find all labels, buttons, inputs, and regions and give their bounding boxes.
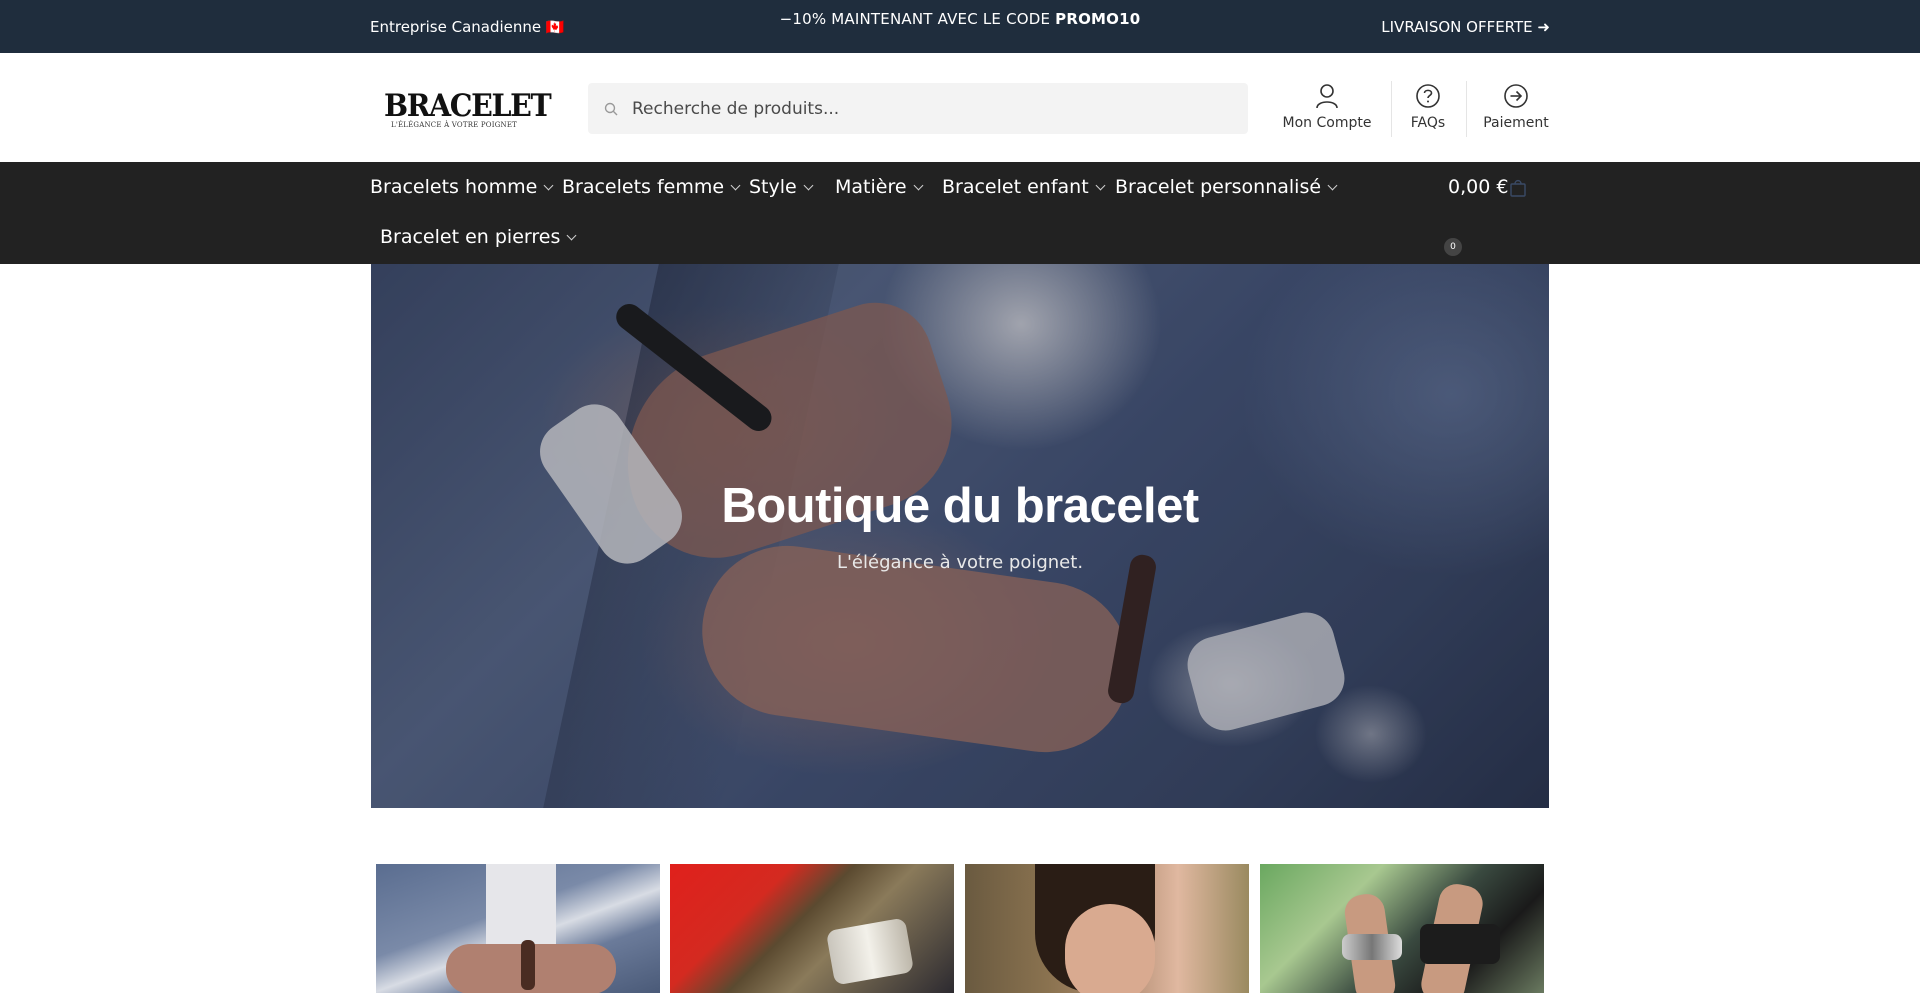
nav-item-label: Bracelet personnalisé bbox=[1115, 176, 1322, 198]
category-image-homme[interactable] bbox=[376, 864, 660, 993]
nav-item-label: Bracelets femme bbox=[562, 176, 725, 198]
nav-item-bracelet-personnalise[interactable]: Bracelet personnalisé bbox=[1115, 176, 1338, 198]
main-nav: Bracelets homme Bracelets femme Style Ma… bbox=[0, 162, 1920, 264]
user-icon bbox=[1280, 83, 1374, 109]
search-input[interactable] bbox=[632, 83, 1232, 134]
nav-item-label: Bracelet en pierres bbox=[380, 226, 561, 248]
hero-subtitle: L'élégance à votre poignet. bbox=[836, 552, 1084, 573]
category-image-bangle[interactable] bbox=[670, 864, 954, 993]
shopping-bag-icon[interactable] bbox=[1509, 178, 1527, 202]
nav-item-label: Matière bbox=[835, 176, 907, 198]
site-header: BRACELET L'ÉLÉGANCE À VOTRE POIGNET Mon … bbox=[0, 53, 1920, 162]
photo-detail bbox=[1065, 904, 1155, 993]
header-divider bbox=[1466, 81, 1467, 137]
nav-item-bracelet-en-pierres[interactable]: Bracelet en pierres bbox=[380, 226, 577, 248]
help-circle-icon bbox=[1392, 83, 1464, 109]
promo-text: −10% MAINTENANT AVEC LE CODE PROMO10 bbox=[0, 10, 1920, 28]
announcement-bar: Entreprise Canadienne 🇨🇦 −10% MAINTENANT… bbox=[0, 0, 1920, 53]
logo-wordmark: BRACELET bbox=[384, 88, 552, 124]
hero-title: Boutique du bracelet bbox=[721, 479, 1199, 533]
cart-total[interactable]: 0,00 € bbox=[1448, 176, 1508, 198]
chevron-down-icon bbox=[730, 180, 741, 190]
cart-count-badge: 0 bbox=[1444, 238, 1462, 256]
hero-banner[interactable]: Boutique du bracelet L'élégance à votre … bbox=[371, 264, 1549, 808]
nav-item-label: Bracelets homme bbox=[370, 176, 538, 198]
chevron-down-icon bbox=[1327, 180, 1338, 190]
nav-item-label: Bracelet enfant bbox=[942, 176, 1089, 198]
payment-label: Paiement bbox=[1483, 115, 1549, 131]
faqs-label: FAQs bbox=[1410, 115, 1446, 131]
nav-item-bracelet-enfant[interactable]: Bracelet enfant bbox=[942, 176, 1106, 198]
nav-item-matiere[interactable]: Matière bbox=[835, 176, 923, 198]
account-label: Mon Compte bbox=[1282, 115, 1372, 131]
chevron-down-icon bbox=[566, 230, 577, 240]
photo-detail bbox=[1342, 934, 1402, 960]
chevron-down-icon bbox=[913, 180, 923, 190]
nav-item-bracelets-homme[interactable]: Bracelets homme bbox=[370, 176, 554, 198]
payment-link[interactable]: Paiement bbox=[1468, 83, 1564, 143]
photo-detail bbox=[1420, 924, 1500, 964]
nav-item-label: Style bbox=[749, 176, 797, 198]
chevron-down-icon bbox=[543, 180, 554, 190]
hero-overlay bbox=[371, 264, 1549, 808]
nav-item-bracelets-femme[interactable]: Bracelets femme bbox=[562, 176, 741, 198]
promo-code: PROMO10 bbox=[1055, 10, 1141, 28]
chevron-down-icon bbox=[803, 180, 814, 190]
promo-prefix: −10% MAINTENANT AVEC LE CODE bbox=[779, 10, 1056, 28]
account-link[interactable]: Mon Compte bbox=[1280, 83, 1374, 143]
chevron-down-icon bbox=[1095, 180, 1106, 190]
arrow-circle-right-icon bbox=[1468, 83, 1564, 109]
photo-detail bbox=[825, 917, 915, 986]
category-image-femme[interactable] bbox=[965, 864, 1249, 993]
site-logo[interactable]: BRACELET L'ÉLÉGANCE À VOTRE POIGNET bbox=[384, 88, 552, 133]
search-icon bbox=[604, 101, 618, 120]
nav-item-style[interactable]: Style bbox=[749, 176, 814, 198]
photo-detail bbox=[521, 940, 535, 990]
search-bar bbox=[588, 83, 1248, 134]
faqs-link[interactable]: FAQs bbox=[1392, 83, 1464, 143]
category-image-cuir[interactable] bbox=[1260, 864, 1544, 993]
free-shipping-link[interactable]: LIVRAISON OFFERTE ➜ bbox=[1381, 18, 1550, 36]
